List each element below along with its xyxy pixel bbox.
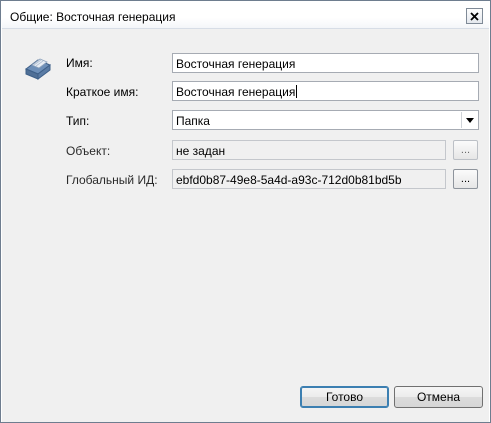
dialog-content: Имя: Восточная генерация Краткое имя: Во… bbox=[2, 30, 489, 422]
name-value: Восточная генерация bbox=[176, 57, 296, 71]
global-id-field[interactable]: ebfd0b87-49e8-5a4d-a93c-712d0b81bd5b bbox=[172, 169, 446, 189]
object-label: Объект: bbox=[66, 144, 111, 158]
type-dropdown-button[interactable] bbox=[461, 112, 477, 128]
global-id-browse-button[interactable]: ... bbox=[453, 169, 478, 189]
type-label: Тип: bbox=[66, 114, 90, 128]
eraser-tag-icon bbox=[25, 58, 51, 80]
dropdown-arrow-icon bbox=[465, 117, 474, 123]
name-input[interactable]: Восточная генерация bbox=[172, 53, 479, 73]
object-field: не задан bbox=[172, 140, 446, 160]
type-select[interactable]: Папка bbox=[172, 110, 479, 130]
text-caret bbox=[296, 85, 298, 98]
global-id-label: Глобальный ИД: bbox=[66, 173, 158, 187]
short-name-value: Восточная генерация bbox=[176, 85, 296, 99]
window-title: Общие: Восточная генерация bbox=[10, 10, 176, 24]
dialog-window: Общие: Восточная генерация Имя: Восточна… bbox=[0, 0, 491, 423]
global-id-value: ebfd0b87-49e8-5a4d-a93c-712d0b81bd5b bbox=[176, 173, 402, 187]
cancel-button[interactable]: Отмена bbox=[394, 386, 483, 408]
short-name-label: Краткое имя: bbox=[66, 85, 139, 99]
ok-button[interactable]: Готово bbox=[300, 386, 389, 408]
object-value: не задан bbox=[176, 144, 226, 158]
title-bar[interactable]: Общие: Восточная генерация bbox=[2, 2, 489, 29]
close-icon bbox=[470, 11, 479, 21]
object-browse-button[interactable]: ... bbox=[453, 140, 478, 160]
name-label: Имя: bbox=[66, 56, 93, 70]
close-button[interactable] bbox=[466, 8, 483, 24]
type-value: Папка bbox=[176, 114, 210, 128]
short-name-input[interactable]: Восточная генерация bbox=[172, 81, 479, 101]
